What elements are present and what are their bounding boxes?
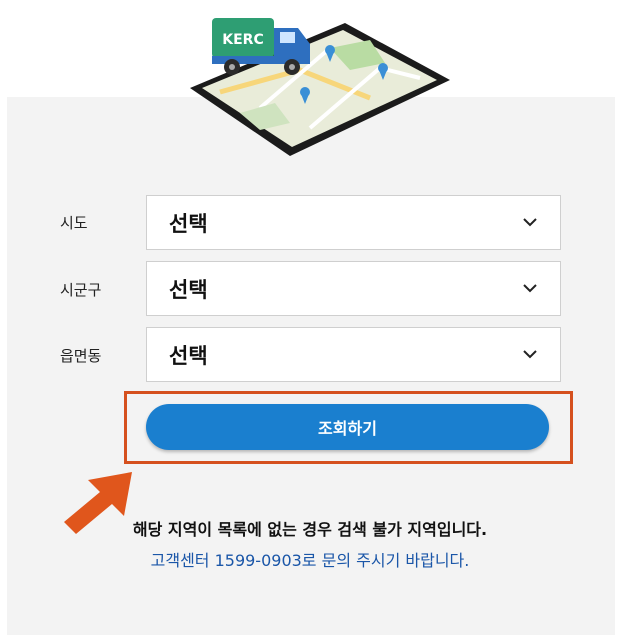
eupmyeondong-label: 읍면동 bbox=[60, 347, 102, 365]
sido-select-value: 선택 bbox=[169, 212, 208, 236]
chevron-down-icon bbox=[523, 218, 537, 227]
customer-center-notice: 고객센터 1599-0903로 문의 주시기 바랍니다. bbox=[150, 551, 470, 570]
eupmyeondong-select[interactable]: 선택 bbox=[146, 327, 561, 382]
chevron-down-icon bbox=[523, 350, 537, 359]
notice-message: 해당 지역이 목록에 없는 경우 검색 불가 지역입니다. bbox=[132, 520, 488, 539]
chevron-down-icon bbox=[523, 284, 537, 293]
sigungu-select-value: 선택 bbox=[169, 278, 208, 302]
search-button[interactable]: 조회하기 bbox=[146, 404, 549, 450]
sido-label: 시도 bbox=[60, 214, 88, 232]
sigungu-label: 시군구 bbox=[60, 281, 102, 299]
tablet-map-illustration: KERC bbox=[190, 18, 450, 156]
truck-logo-text: KERC bbox=[222, 32, 263, 48]
eupmyeondong-select-value: 선택 bbox=[169, 344, 208, 368]
sigungu-select[interactable]: 선택 bbox=[146, 261, 561, 316]
sido-select[interactable]: 선택 bbox=[146, 195, 561, 250]
